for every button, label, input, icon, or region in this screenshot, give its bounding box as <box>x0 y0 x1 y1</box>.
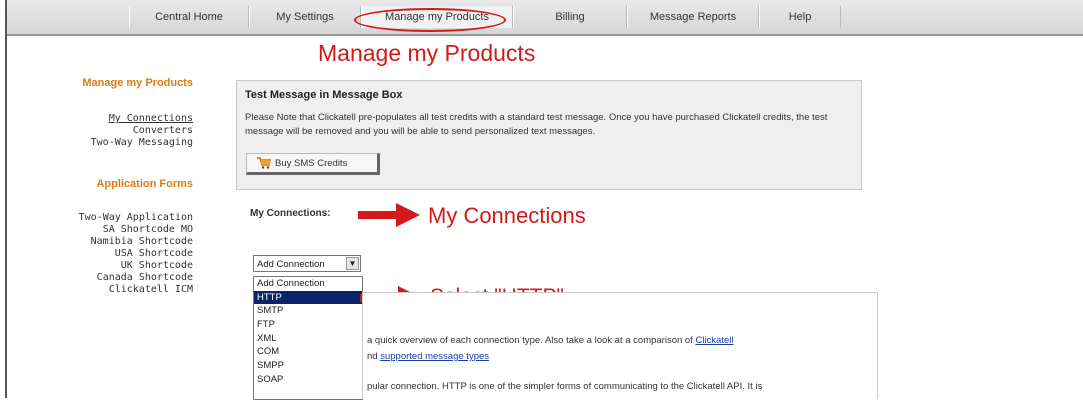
my-connections-annotation: My Connections <box>428 203 586 228</box>
sidebar-heading-application-forms: Application Forms <box>96 178 193 190</box>
browser-page: Central Home My Settings Manage my Produ… <box>0 0 1083 400</box>
dropdown-option-soap[interactable]: SOAP <box>254 373 362 387</box>
info-text-line-2: nd supported message types <box>367 351 490 362</box>
nav-help[interactable]: Help <box>759 6 841 28</box>
sidebar-link-canada-shortcode[interactable]: Canada Shortcode <box>97 272 193 284</box>
test-message-box: Test Message in Message Box Please Note … <box>236 80 862 190</box>
select-value: Add Connection <box>257 259 325 270</box>
nav-manage-my-products[interactable]: Manage my Products <box>361 6 513 28</box>
top-navigation-bar: Central Home My Settings Manage my Produ… <box>7 0 1083 36</box>
sidebar-link-clickatell-icm[interactable]: Clickatell ICM <box>109 284 193 296</box>
sidebar-link-converters[interactable]: Converters <box>133 125 193 137</box>
right-arrow-icon <box>358 203 420 227</box>
dropdown-option-xml[interactable]: XML <box>254 332 362 346</box>
connection-dropdown-list: Add Connection HTTP SMTP FTP XML COM SMP… <box>253 276 363 400</box>
connection-info-box: a quick overview of each connection type… <box>362 292 878 399</box>
sidebar-link-usa-shortcode[interactable]: USA Shortcode <box>115 248 193 260</box>
sidebar-link-namibia-shortcode[interactable]: Namibia Shortcode <box>91 236 193 248</box>
sidebar-link-my-connections[interactable]: My Connections <box>109 113 193 125</box>
dropdown-option-smpp[interactable]: SMPP <box>254 359 362 373</box>
page-title-annotation: Manage my Products <box>318 40 536 66</box>
chevron-down-icon[interactable]: ▼ <box>346 257 359 270</box>
my-connections-label: My Connections: <box>250 208 331 219</box>
info-text-line-3: pular connection. HTTP is one of the sim… <box>367 381 763 392</box>
buy-button-label: Buy SMS Credits <box>275 157 348 169</box>
supported-message-types-link[interactable]: supported message types <box>380 351 489 362</box>
sidebar-link-sa-shortcode-mo[interactable]: SA Shortcode MO <box>103 224 193 236</box>
message-box-title: Test Message in Message Box <box>245 89 403 101</box>
info-text-line-1: a quick overview of each connection type… <box>367 335 734 346</box>
dropdown-option-com[interactable]: COM <box>254 345 362 359</box>
clickatell-link[interactable]: Clickatell <box>695 335 733 346</box>
nav-billing[interactable]: Billing <box>513 6 627 28</box>
sidebar-link-two-way-application[interactable]: Two-Way Application <box>79 212 193 224</box>
window-border <box>5 0 7 398</box>
dropdown-option-ftp[interactable]: FTP <box>254 318 362 332</box>
buy-sms-credits-button[interactable]: Buy SMS Credits <box>246 153 380 175</box>
shopping-cart-icon <box>257 157 271 169</box>
sidebar-link-two-way-messaging[interactable]: Two-Way Messaging <box>91 137 193 149</box>
main-nav: Central Home My Settings Manage my Produ… <box>129 6 841 28</box>
sidebar-heading-manage-products: Manage my Products <box>82 77 193 89</box>
nav-central-home[interactable]: Central Home <box>129 6 249 28</box>
nav-my-settings[interactable]: My Settings <box>249 6 361 28</box>
dropdown-option-http[interactable]: HTTP <box>254 290 362 305</box>
message-box-text: Please Note that Clickatell pre-populate… <box>245 112 828 137</box>
add-connection-select[interactable]: Add Connection ▼ <box>253 255 361 272</box>
sidebar-link-uk-shortcode[interactable]: UK Shortcode <box>121 260 193 272</box>
dropdown-option-add-connection[interactable]: Add Connection <box>254 277 362 291</box>
dropdown-option-smtp[interactable]: SMTP <box>254 304 362 318</box>
nav-message-reports[interactable]: Message Reports <box>627 6 759 28</box>
